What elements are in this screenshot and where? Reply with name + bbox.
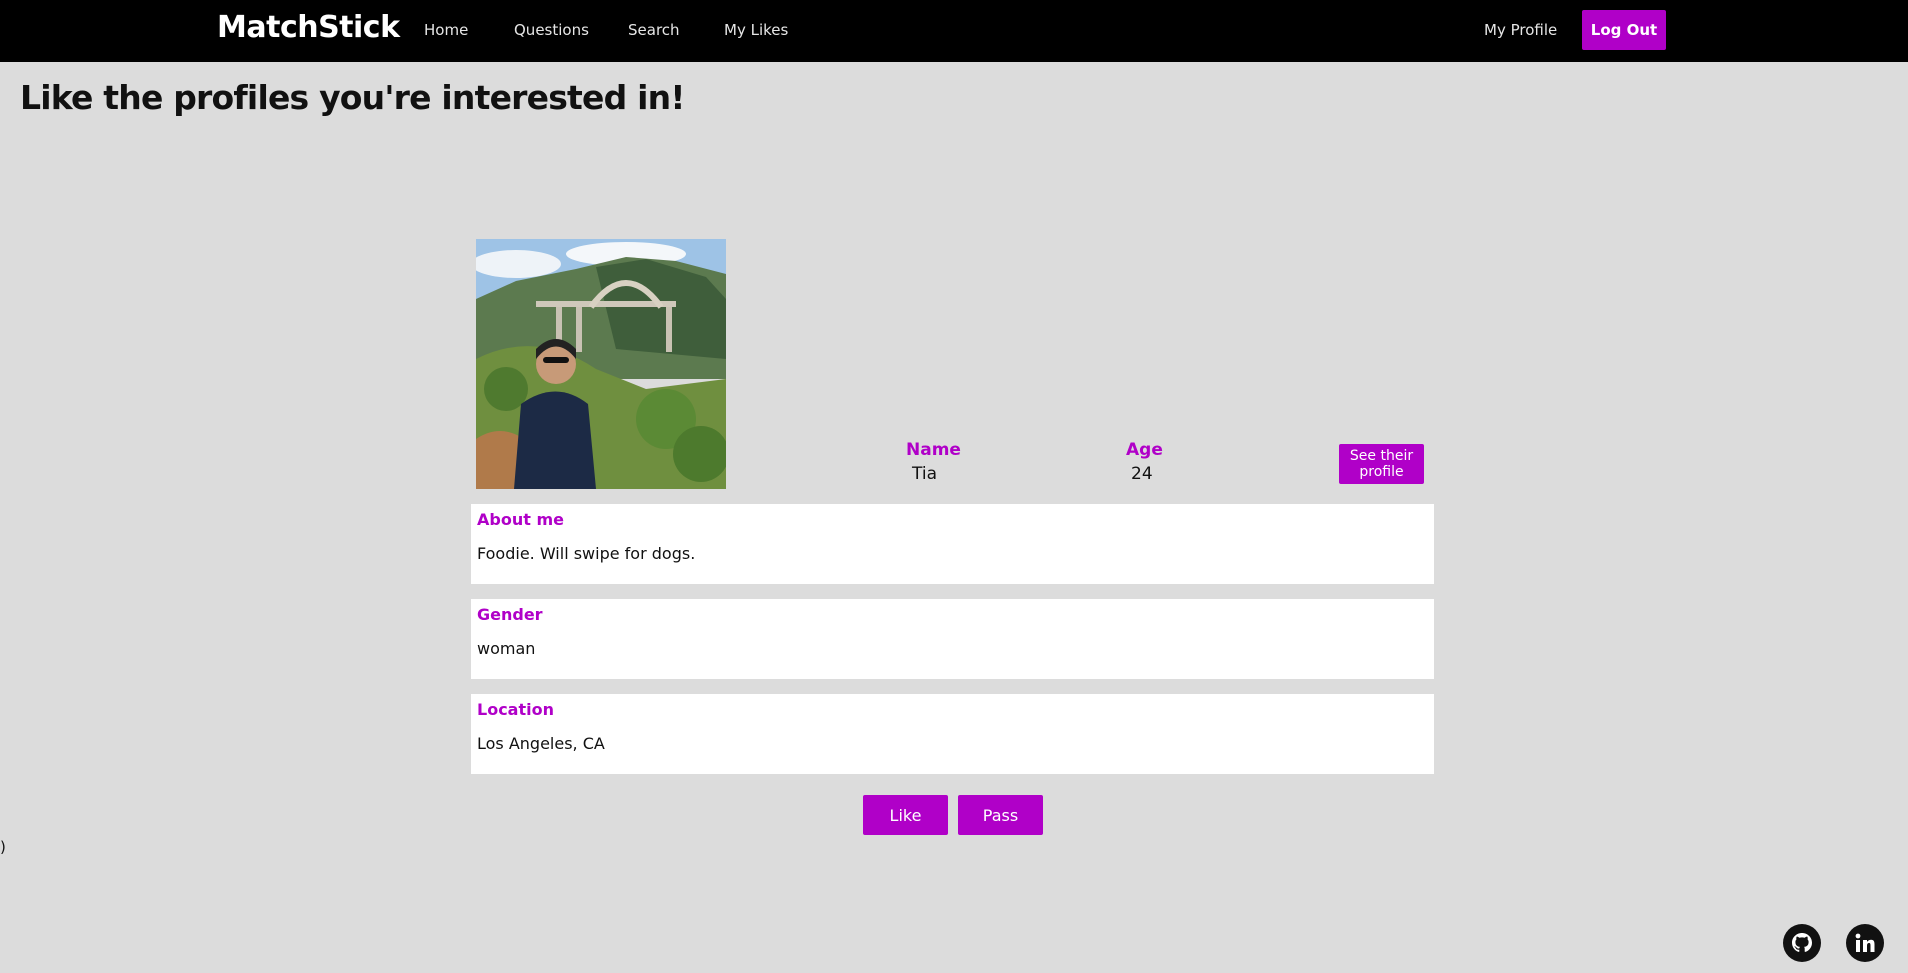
like-button[interactable]: Like [863, 795, 948, 835]
nav-questions-link[interactable]: Questions [514, 21, 589, 39]
age-label: Age [1126, 440, 1163, 460]
see-their-profile-button[interactable]: See their profile [1339, 444, 1424, 484]
name-label: Name [906, 440, 961, 460]
about-me-value: Foodie. Will swipe for dogs. [477, 544, 696, 563]
nav-search-link[interactable]: Search [628, 21, 680, 39]
page-title: Like the profiles you're interested in! [20, 78, 685, 117]
linkedin-icon[interactable] [1846, 924, 1884, 962]
pass-button[interactable]: Pass [958, 795, 1043, 835]
nav-my-likes-link[interactable]: My Likes [724, 21, 788, 39]
stray-text: ) [0, 838, 6, 856]
brand-logo[interactable]: MatchStick [217, 10, 400, 45]
logout-button[interactable]: Log Out [1582, 10, 1666, 50]
profile-photo [476, 239, 726, 489]
nav-home-link[interactable]: Home [424, 21, 468, 39]
github-icon[interactable] [1783, 924, 1821, 962]
location-card: Location Los Angeles, CA [471, 694, 1434, 774]
name-value: Tia [912, 464, 938, 484]
top-navbar: MatchStick Home Questions Search My Like… [0, 0, 1908, 62]
gender-card: Gender woman [471, 599, 1434, 679]
nav-my-profile-link[interactable]: My Profile [1484, 21, 1557, 39]
about-me-card: About me Foodie. Will swipe for dogs. [471, 504, 1434, 584]
location-value: Los Angeles, CA [477, 734, 605, 753]
location-label: Location [477, 700, 554, 719]
about-me-label: About me [477, 510, 564, 529]
gender-value: woman [477, 639, 536, 658]
age-value: 24 [1131, 464, 1153, 484]
gender-label: Gender [477, 605, 543, 624]
